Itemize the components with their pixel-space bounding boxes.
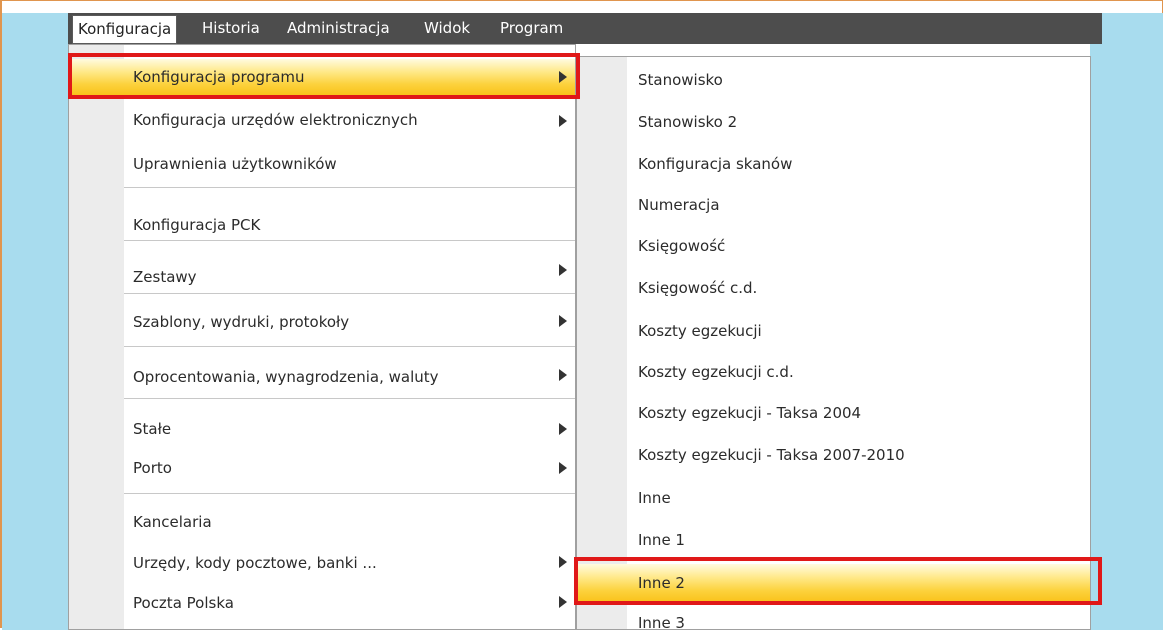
- menu-item-porto[interactable]: Porto: [69, 456, 575, 490]
- background-panel-left: [2, 13, 68, 630]
- submenu-item-stanowisko-2[interactable]: Stanowisko 2: [577, 107, 1090, 141]
- menu-widok[interactable]: Widok: [424, 13, 470, 44]
- menu-item-label: Stałe: [133, 420, 172, 438]
- submenu-item-label: Stanowisko: [638, 71, 723, 89]
- menu-item-konfiguracja-urzedow[interactable]: Konfiguracja urzędów elektronicznych: [69, 103, 575, 139]
- submenu-item-koszty-egzekucji[interactable]: Koszty egzekucji: [577, 318, 1090, 352]
- annotation-highlight-box: [574, 557, 1102, 605]
- submenu-item-ksiegowosc-cd[interactable]: Księgowość c.d.: [577, 275, 1090, 309]
- menu-item-poczta-polska[interactable]: Poczta Polska: [69, 591, 575, 625]
- submenu-arrow-icon: [559, 369, 567, 381]
- menu-item-label: Porto: [133, 459, 172, 477]
- submenu-item-konfiguracja-skanow[interactable]: Konfiguracja skanów: [577, 149, 1090, 183]
- background-panel-right: [1102, 13, 1163, 630]
- submenu-arrow-icon: [559, 264, 567, 276]
- submenu-item-label: Księgowość: [638, 237, 726, 255]
- submenu-arrow-icon: [559, 556, 567, 568]
- menu-item-zestawy[interactable]: Zestawy: [69, 260, 575, 296]
- submenu-item-label: Koszty egzekucji - Taksa 2004: [638, 404, 862, 422]
- menu-item-label: Konfiguracja urzędów elektronicznych: [133, 111, 418, 129]
- menu-separator: [124, 187, 575, 188]
- menu-item-kancelaria[interactable]: Kancelaria: [69, 510, 575, 544]
- menu-item-uprawnienia[interactable]: Uprawnienia użytkowników: [69, 147, 575, 183]
- menu-item-label: Zestawy: [133, 268, 197, 286]
- submenu-item-label: Inne 1: [638, 531, 685, 549]
- submenu-item-inne[interactable]: Inne: [577, 487, 1090, 521]
- annotation-highlight-box: [68, 53, 580, 99]
- submenu-item-label: Inne: [638, 489, 671, 507]
- submenu-item-label: Koszty egzekucji - Taksa 2007-2010: [638, 446, 905, 464]
- menu-separator: [124, 293, 575, 294]
- menu-item-label: Uprawnienia użytkowników: [133, 155, 337, 173]
- menu-item-label: Oprocentowania, wynagrodzenia, waluty: [133, 368, 439, 386]
- submenu-item-taksa-2004[interactable]: Koszty egzekucji - Taksa 2004: [577, 401, 1090, 435]
- submenu-item-inne-3[interactable]: Inne 3: [577, 609, 1090, 632]
- submenu-item-label: Konfiguracja skanów: [638, 155, 793, 173]
- menu-item-urzedy[interactable]: Urzędy, kody pocztowe, banki ...: [69, 551, 575, 585]
- submenu-item-numeracja[interactable]: Numeracja: [577, 191, 1090, 225]
- submenu-item-label: Koszty egzekucji c.d.: [638, 363, 794, 381]
- menu-administracja[interactable]: Administracja: [287, 13, 390, 44]
- submenu-item-label: Księgowość c.d.: [638, 279, 758, 297]
- submenu-item-stanowisko[interactable]: Stanowisko: [577, 65, 1090, 99]
- background-panel-strip: [1090, 44, 1102, 630]
- menu-separator: [124, 493, 575, 494]
- menu-item-oprocentowania[interactable]: Oprocentowania, wynagrodzenia, waluty: [69, 365, 575, 401]
- submenu-arrow-icon: [559, 115, 567, 127]
- submenu-arrow-icon: [559, 423, 567, 435]
- submenu-item-koszty-egzekucji-cd[interactable]: Koszty egzekucji c.d.: [577, 359, 1090, 393]
- submenu-item-ksiegowosc[interactable]: Księgowość: [577, 233, 1090, 267]
- submenu-item-taksa-2007-2010[interactable]: Koszty egzekucji - Taksa 2007-2010: [577, 443, 1090, 477]
- menu-item-label: Konfiguracja PCK: [133, 216, 261, 234]
- submenu-item-label: Inne 3: [638, 614, 685, 632]
- submenu-arrow-icon: [559, 315, 567, 327]
- menu-bar: Konfiguracja Historia Administracja Wido…: [68, 13, 1102, 44]
- konfiguracja-dropdown: Konfiguracja programu Konfiguracja urzęd…: [68, 44, 576, 630]
- menu-item-label: Poczta Polska: [133, 594, 234, 612]
- menu-separator: [124, 346, 575, 347]
- submenu-arrow-icon: [559, 596, 567, 608]
- menu-item-label: Kancelaria: [133, 513, 212, 531]
- submenu-item-label: Koszty egzekucji: [638, 322, 762, 340]
- submenu-item-label: Stanowisko 2: [638, 113, 738, 131]
- submenu-arrow-icon: [559, 462, 567, 474]
- menu-separator: [124, 398, 575, 399]
- submenu-item-label: Numeracja: [638, 196, 720, 214]
- menu-program[interactable]: Program: [500, 13, 563, 44]
- menu-item-szablony[interactable]: Szablony, wydruki, protokoły: [69, 311, 575, 347]
- menu-item-konfiguracja-pck[interactable]: Konfiguracja PCK: [69, 208, 575, 244]
- konfiguracja-programu-submenu: Stanowisko Stanowisko 2 Konfiguracja ska…: [576, 56, 1091, 632]
- menu-historia[interactable]: Historia: [202, 13, 260, 44]
- menu-item-label: Urzędy, kody pocztowe, banki ...: [133, 554, 377, 572]
- menu-konfiguracja[interactable]: Konfiguracja: [72, 15, 178, 44]
- menu-separator: [124, 240, 575, 241]
- menu-item-label: Szablony, wydruki, protokoły: [133, 313, 350, 331]
- menu-item-stale[interactable]: Stałe: [69, 417, 575, 451]
